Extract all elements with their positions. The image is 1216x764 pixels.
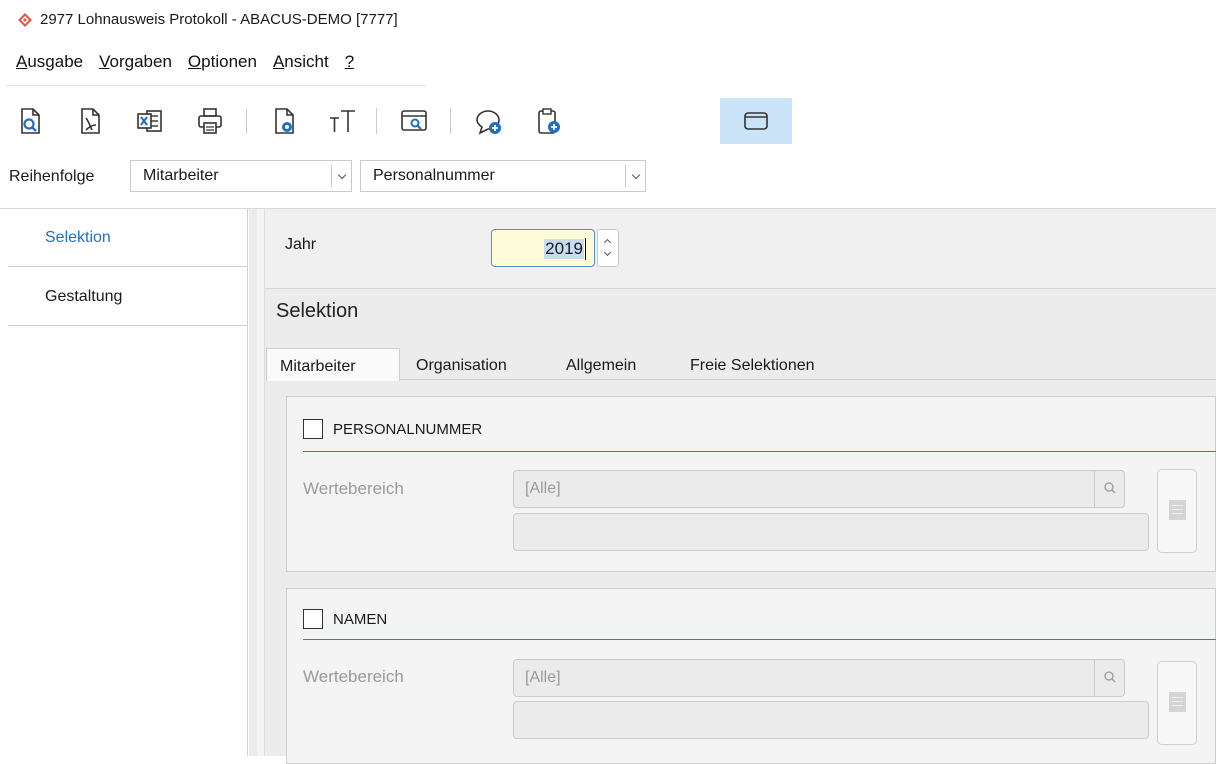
year-label: Jahr xyxy=(285,236,317,253)
range-field[interactable]: [Alle] xyxy=(513,470,1125,508)
range-detail-field[interactable] xyxy=(513,513,1149,551)
nav-item-label: Selektion xyxy=(45,229,111,246)
clipboard-add-icon xyxy=(538,108,560,134)
search-icon xyxy=(1104,482,1116,494)
range-field[interactable]: [Alle] xyxy=(513,659,1125,697)
chevron-down-icon[interactable] xyxy=(625,165,645,187)
toolbar xyxy=(0,98,800,148)
window-preview-button[interactable] xyxy=(392,98,436,144)
document-icon xyxy=(1169,692,1186,712)
menu-divider xyxy=(6,85,426,86)
menu-ansicht[interactable]: Ansicht xyxy=(273,50,329,80)
range-value: [Alle] xyxy=(525,669,561,686)
search-icon xyxy=(1104,671,1116,683)
toolbar-separator xyxy=(376,108,377,134)
year-spinner[interactable] xyxy=(597,229,619,267)
page-settings-button[interactable] xyxy=(262,98,306,144)
group-namen: NAMEN Wertebereich [Alle] xyxy=(286,588,1216,764)
page-settings-icon xyxy=(275,108,294,134)
font-size-icon xyxy=(330,110,355,132)
order-first-combo[interactable]: Mitarbeiter xyxy=(130,160,352,192)
menu-bar: Ausgabe Vorgaben Optionen Ansicht ? xyxy=(0,50,354,80)
group-title: PERSONALNUMMER xyxy=(333,421,483,438)
order-second-value: Personalnummer xyxy=(373,167,495,184)
group-divider xyxy=(303,451,1216,452)
preview-button[interactable] xyxy=(8,98,52,144)
search-button[interactable] xyxy=(1094,660,1124,696)
range-value: [Alle] xyxy=(525,480,561,497)
excel-button[interactable] xyxy=(128,98,172,144)
chevron-up-icon[interactable] xyxy=(603,238,612,247)
title-bar: 2977 Lohnausweis Protokoll - ABACUS-DEMO… xyxy=(0,0,1216,40)
add-clipboard-button[interactable] xyxy=(526,98,570,144)
search-button[interactable] xyxy=(1094,471,1124,507)
comment-add-icon xyxy=(476,110,501,135)
nav-item-label: Gestaltung xyxy=(45,288,123,305)
range-label: Wertebereich xyxy=(303,667,404,686)
tab-organisation[interactable]: Organisation xyxy=(416,348,507,381)
list-button[interactable] xyxy=(1157,661,1197,745)
order-first-value: Mitarbeiter xyxy=(143,167,219,184)
window-preview-icon xyxy=(401,110,427,131)
nav-item-selektion[interactable]: Selektion xyxy=(8,209,248,267)
order-label: Reihenfolge xyxy=(9,168,95,185)
pdf-icon xyxy=(81,108,100,134)
selection-tabs: Mitarbeiter Organisation Allgemein Freie… xyxy=(266,348,1216,381)
document-icon xyxy=(1169,500,1186,520)
pdf-button[interactable] xyxy=(68,98,112,144)
splitter[interactable] xyxy=(257,209,265,756)
group-title: NAMEN xyxy=(333,611,388,628)
range-label: Wertebereich xyxy=(303,479,404,498)
tab-mitarbeiter[interactable]: Mitarbeiter xyxy=(266,348,400,381)
chevron-down-icon[interactable] xyxy=(331,165,351,187)
add-comment-button[interactable] xyxy=(466,98,510,144)
nav-item-gestaltung[interactable]: Gestaltung xyxy=(8,268,248,326)
year-panel: Jahr 2019 xyxy=(265,209,1216,289)
year-value: 2019 xyxy=(544,239,584,259)
excel-icon xyxy=(137,110,162,132)
menu-help[interactable]: ? xyxy=(345,50,354,80)
order-second-combo[interactable]: Personalnummer xyxy=(360,160,646,192)
menu-ausgabe[interactable]: Ausgabe xyxy=(16,50,83,80)
window-title: 2977 Lohnausweis Protokoll - ABACUS-DEMO… xyxy=(40,11,398,28)
namen-checkbox[interactable] xyxy=(303,609,323,629)
list-button[interactable] xyxy=(1157,469,1197,553)
text-cursor xyxy=(585,238,586,260)
selection-heading: Selektion xyxy=(276,300,359,322)
preview-icon xyxy=(21,108,40,134)
range-detail-field[interactable] xyxy=(513,701,1149,739)
tab-allgemein[interactable]: Allgemein xyxy=(566,348,636,381)
window-button[interactable] xyxy=(720,98,792,144)
chevron-down-icon[interactable] xyxy=(603,248,612,257)
font-size-button[interactable] xyxy=(320,98,364,144)
toolbar-separator xyxy=(450,108,451,134)
left-nav: Selektion Gestaltung xyxy=(8,209,248,756)
menu-vorgaben[interactable]: Vorgaben xyxy=(99,50,172,80)
group-personalnummer: PERSONALNUMMER Wertebereich [Alle] xyxy=(286,396,1216,572)
personalnummer-checkbox[interactable] xyxy=(303,419,323,439)
tab-freie-selektionen[interactable]: Freie Selektionen xyxy=(690,348,815,381)
app-logo-icon xyxy=(18,13,32,27)
window-icon xyxy=(744,112,768,130)
print-button[interactable] xyxy=(188,98,232,144)
year-input[interactable]: 2019 xyxy=(491,229,595,267)
group-divider xyxy=(303,639,1216,640)
menu-optionen[interactable]: Optionen xyxy=(188,50,257,80)
toolbar-separator xyxy=(246,108,247,134)
print-icon xyxy=(198,108,222,134)
